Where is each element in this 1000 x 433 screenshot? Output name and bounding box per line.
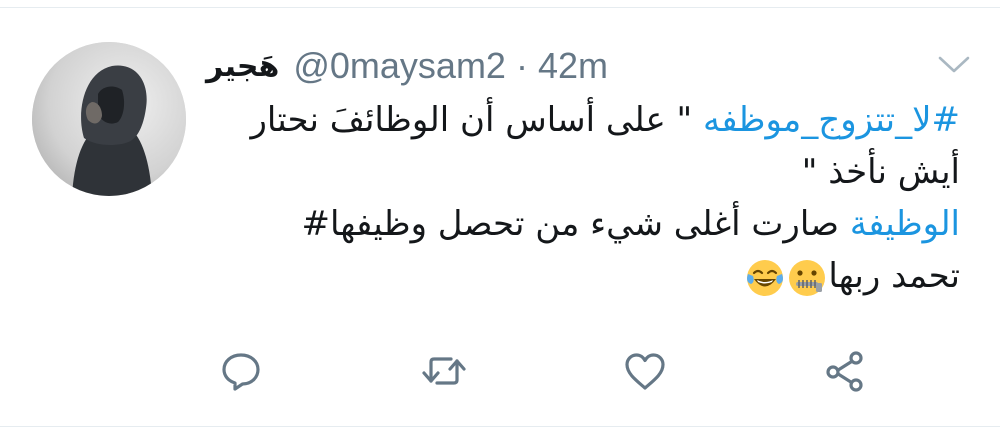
share-icon [826,351,863,392]
retweet-button[interactable] [421,348,467,394]
header-separator: · [515,45,528,86]
hashtag-link[interactable]: الوظيفة [850,204,960,244]
tweet-line-1: #لا_تتزوج_موظفه " على أساس أن الوظائفَ ن… [206,94,960,146]
tweet-text-segment: تحمد ربها [828,256,960,296]
tweet-text: #لا_تتزوج_موظفه " على أساس أن الوظائفَ ن… [206,94,960,302]
reply-icon [222,353,260,391]
timestamp[interactable]: 42m [538,45,608,87]
tweet-header: هَجير @0maysam2 · 42m [206,44,608,88]
tweet-menu-button[interactable] [934,52,974,76]
heart-icon [625,353,665,390]
chevron-down-icon [938,56,970,73]
tweet-text-segment: صارت أغلى شيء من تحصل وظيفها# [301,204,850,244]
user-handle[interactable]: @0maysam2 [293,45,506,87]
bottom-divider [0,426,1000,427]
tweet-line-2: أيش نأخذ " [206,146,960,198]
tweet-text-segment: " على أساس أن الوظائفَ نحتار [250,100,703,140]
tweet-text-segment: أيش نأخذ " [801,152,960,192]
zipper-mouth-face-icon [787,258,827,298]
display-name[interactable]: هَجير [206,49,279,84]
tweet-line-3: الوظيفة صارت أغلى شيء من تحصل وظيفها# [206,198,960,250]
hashtag-link[interactable]: #لا_تتزوج_موظفه [703,100,960,140]
reply-button[interactable] [218,348,264,394]
share-button[interactable] [822,348,868,394]
retweet-icon [422,357,466,385]
top-divider [0,7,1000,8]
like-button[interactable] [622,348,668,394]
tweet-actions [0,340,1000,400]
face-with-tears-of-joy-icon [745,258,785,298]
tweet-line-4: تحمد ربها [206,250,960,302]
tweet-card[interactable]: هَجير @0maysam2 · 42m #لا_تتزوج_موظفه " … [0,0,1000,433]
avatar-hooded-person-image [32,42,186,196]
avatar[interactable] [32,42,186,196]
